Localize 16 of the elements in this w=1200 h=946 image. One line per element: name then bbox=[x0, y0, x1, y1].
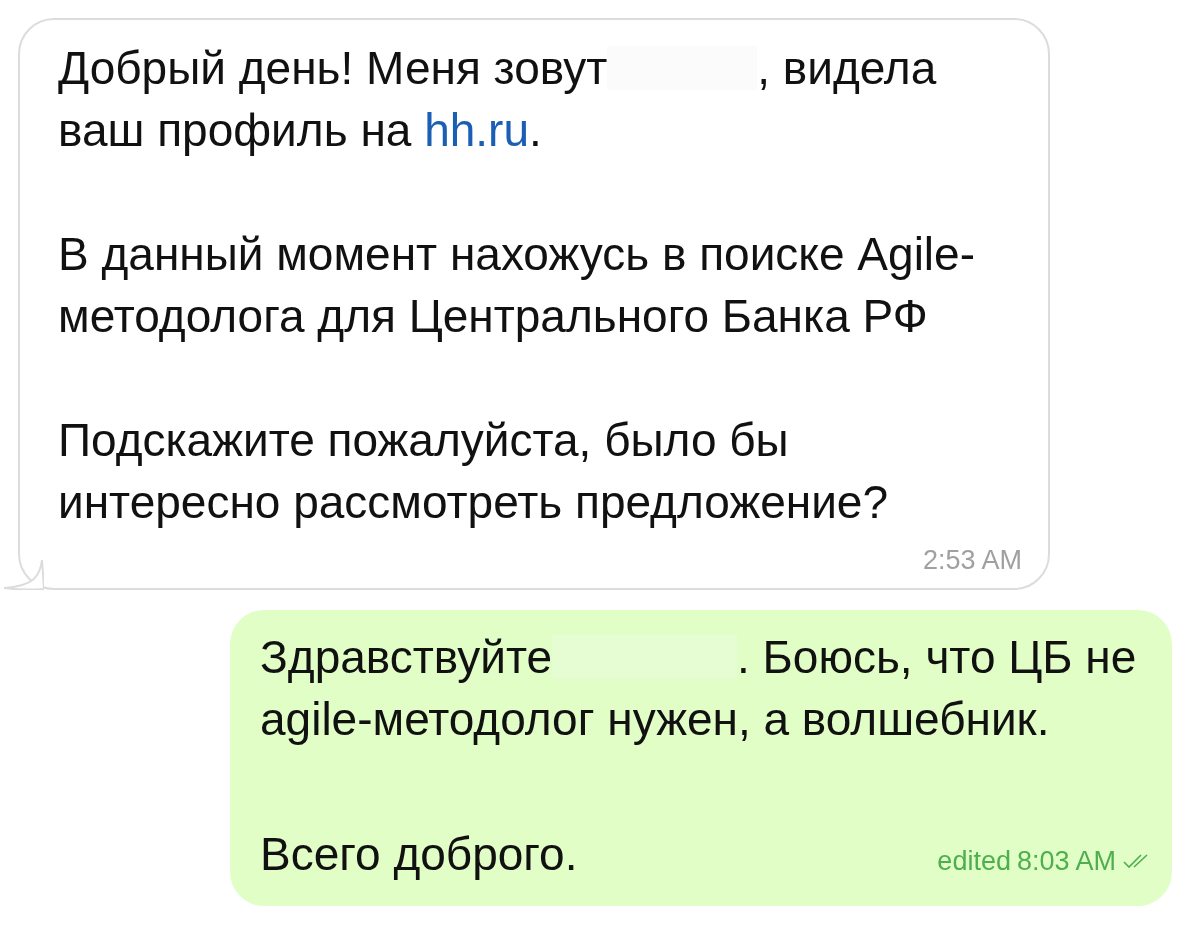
message-text: методолога для Центрального Банка РФ bbox=[58, 289, 928, 344]
message-text: . bbox=[529, 103, 542, 158]
timestamp: 8:03 AM bbox=[1016, 845, 1116, 878]
message-text: agile-методолог нужен, а волшебник. bbox=[260, 692, 1050, 747]
message-text: Всего доброго. bbox=[260, 827, 578, 882]
message-text: интересно рассмотреть предложение? bbox=[58, 475, 888, 530]
message-text: Добрый день! Меня зовут bbox=[58, 41, 608, 96]
edited-label: edited bbox=[937, 845, 1011, 878]
message-text: ваш профиль на bbox=[58, 103, 413, 158]
message-text: В данный момент нахожусь в поиске Agile- bbox=[58, 227, 975, 282]
message-text: Подскажите пожалуйста, было бы bbox=[58, 413, 789, 468]
timestamp: 2:53 AM bbox=[922, 545, 1022, 575]
message-text: . Боюсь, что ЦБ не bbox=[737, 630, 1137, 685]
link[interactable]: hh.ru bbox=[424, 99, 530, 161]
message-text: Здравствуйте bbox=[260, 630, 553, 685]
message-text: , видела bbox=[757, 41, 937, 96]
